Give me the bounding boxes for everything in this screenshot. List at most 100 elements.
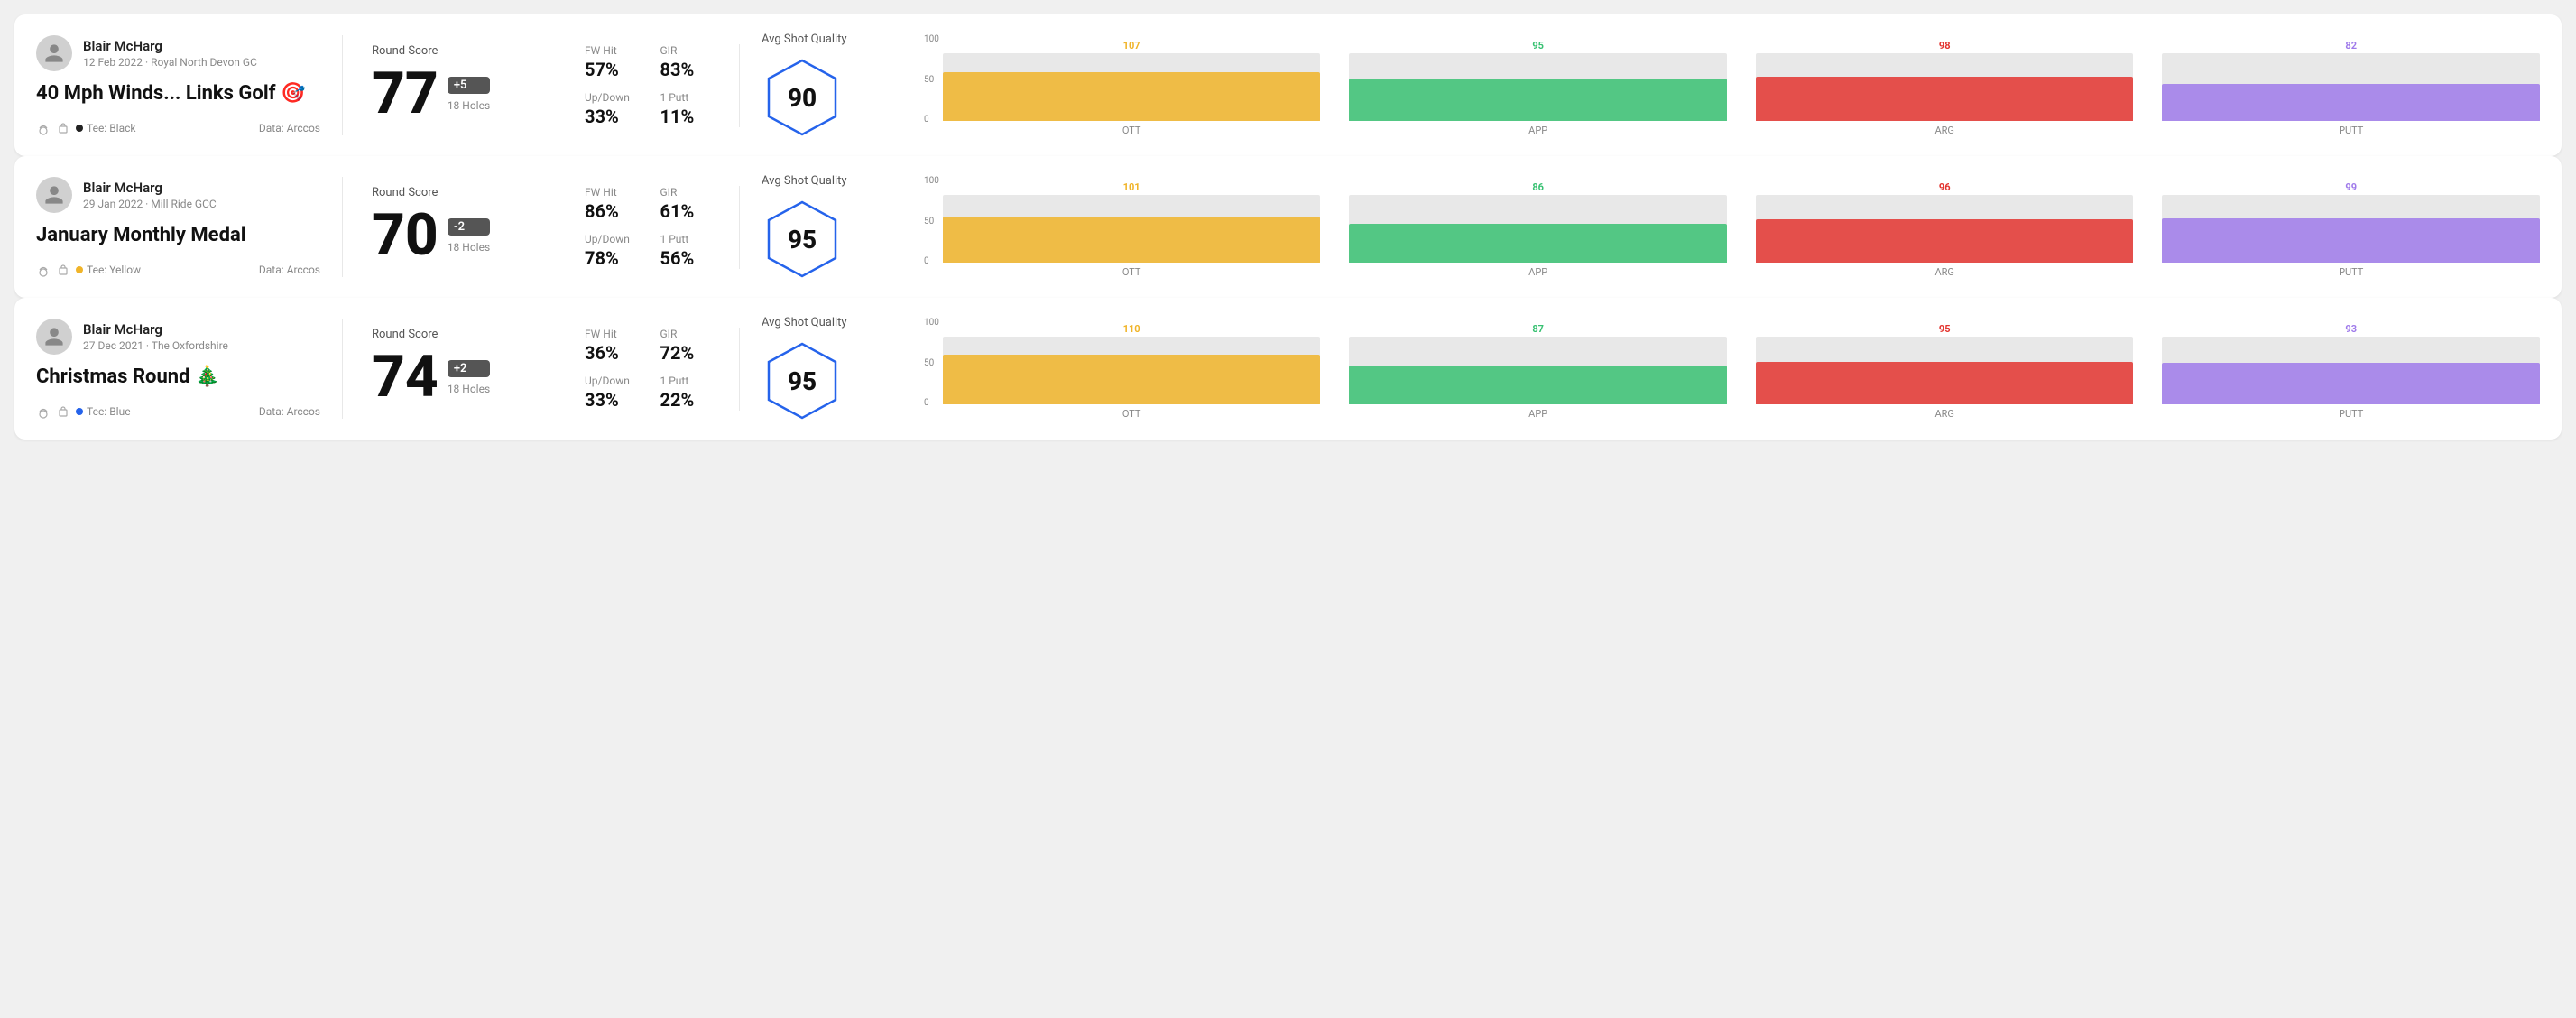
quality-score: 95 <box>788 225 817 255</box>
oneputt-stat: 1 Putt 56% <box>660 233 715 269</box>
player-meta: Blair McHarg 27 Dec 2021 · The Oxfordshi… <box>83 321 228 352</box>
round-card-1: Blair McHarg 12 Feb 2022 · Royal North D… <box>14 14 2562 156</box>
chart-bar: 95 <box>1756 323 2134 404</box>
quality-label: Avg Shot Quality <box>762 174 847 188</box>
middle-section: Round Score 77 +5 18 Holes <box>343 44 559 126</box>
score-number: 77 <box>372 65 439 123</box>
bag-icon <box>56 263 70 277</box>
oneputt-label: 1 Putt <box>660 375 715 387</box>
quality-section: Avg Shot Quality 95 <box>740 316 902 421</box>
stats-section: FW Hit 86% GIR 61% Up/Down 78% 1 Putt 56… <box>559 186 740 269</box>
round-score-label: Round Score <box>372 186 530 199</box>
stats-grid: FW Hit 57% GIR 83% Up/Down 33% 1 Putt 11… <box>585 44 714 127</box>
chart-bar: 87 <box>1349 323 1727 404</box>
middle-section: Round Score 74 +2 18 Holes <box>343 328 559 410</box>
round-card-2: Blair McHarg 29 Jan 2022 · Mill Ride GCC… <box>14 156 2562 298</box>
chart-x-label: PUTT <box>2162 266 2540 278</box>
chart-inner: 100 50 0 101 86 96 <box>924 176 2540 278</box>
fw-hit-label: FW Hit <box>585 186 639 199</box>
score-badge: +2 <box>448 360 490 377</box>
tee-label: Tee: Yellow <box>76 264 141 276</box>
stats-section: FW Hit 36% GIR 72% Up/Down 33% 1 Putt 22… <box>559 328 740 411</box>
updown-label: Up/Down <box>585 375 639 387</box>
score-number: 70 <box>372 207 439 264</box>
date-course: 12 Feb 2022 · Royal North Devon GC <box>83 56 257 69</box>
tee-info: Tee: Blue <box>36 404 131 419</box>
middle-section: Round Score 70 -2 18 Holes <box>343 186 559 268</box>
chart-bar: 95 <box>1349 40 1727 121</box>
round-title: Christmas Round 🎄 <box>36 366 320 389</box>
player-name: Blair McHarg <box>83 38 257 54</box>
player-info: Blair McHarg 27 Dec 2021 · The Oxfordshi… <box>36 319 320 355</box>
score-number: 74 <box>372 348 439 406</box>
chart-y-labels: 100 50 0 <box>924 34 943 125</box>
chart-bar: 82 <box>2162 40 2540 121</box>
player-meta: Blair McHarg 29 Jan 2022 · Mill Ride GCC <box>83 180 217 210</box>
weather-icon <box>36 121 51 135</box>
quality-score: 90 <box>788 83 817 113</box>
left-section: Blair McHarg 12 Feb 2022 · Royal North D… <box>36 35 343 134</box>
chart-inner: 100 50 0 107 95 98 <box>924 34 2540 136</box>
chart-bars: 110 87 95 93 <box>943 318 2540 408</box>
fw-hit-stat: FW Hit 86% <box>585 186 639 222</box>
oneputt-stat: 1 Putt 22% <box>660 375 715 411</box>
quality-label: Avg Shot Quality <box>762 316 847 329</box>
chart-bars-container: 107 95 98 82 <box>943 34 2540 136</box>
quality-section: Avg Shot Quality 95 <box>740 174 902 280</box>
score-detail-col: -2 18 Holes <box>448 218 490 254</box>
chart-x-labels: OTT APP ARG PUTT <box>943 266 2540 278</box>
chart-bar: 86 <box>1349 181 1727 263</box>
chart-bar: 96 <box>1756 181 2134 263</box>
tee-info: Tee: Yellow <box>36 263 141 277</box>
gir-stat: GIR 72% <box>660 328 715 364</box>
left-section: Blair McHarg 27 Dec 2021 · The Oxfordshi… <box>36 319 343 418</box>
chart-bars: 107 95 98 82 <box>943 34 2540 125</box>
updown-value: 33% <box>585 389 639 411</box>
gir-value: 72% <box>660 342 715 364</box>
round-title: January Monthly Medal <box>36 224 320 247</box>
footer-info: Tee: Yellow Data: Arccos <box>36 263 320 277</box>
chart-x-label: ARG <box>1756 125 2134 136</box>
chart-x-label: APP <box>1349 125 1727 136</box>
score-row: 74 +2 18 Holes <box>372 348 530 406</box>
data-source: Data: Arccos <box>259 264 320 276</box>
player-info: Blair McHarg 29 Jan 2022 · Mill Ride GCC <box>36 177 320 213</box>
fw-hit-value: 86% <box>585 200 639 222</box>
gir-value: 61% <box>660 200 715 222</box>
round-score-label: Round Score <box>372 328 530 341</box>
chart-x-label: OTT <box>943 266 1321 278</box>
chart-x-label: ARG <box>1756 266 2134 278</box>
oneputt-value: 11% <box>660 106 715 127</box>
oneputt-label: 1 Putt <box>660 233 715 245</box>
hexagon: 95 <box>762 340 843 421</box>
score-detail-col: +5 18 Holes <box>448 77 490 112</box>
fw-hit-label: FW Hit <box>585 328 639 340</box>
quality-score: 95 <box>788 366 817 396</box>
stats-grid: FW Hit 36% GIR 72% Up/Down 33% 1 Putt 22… <box>585 328 714 411</box>
updown-label: Up/Down <box>585 91 639 104</box>
left-section: Blair McHarg 29 Jan 2022 · Mill Ride GCC… <box>36 177 343 276</box>
chart-inner: 100 50 0 110 87 95 <box>924 318 2540 420</box>
data-source: Data: Arccos <box>259 405 320 418</box>
chart-bar: 110 <box>943 323 1321 404</box>
footer-info: Tee: Blue Data: Arccos <box>36 404 320 419</box>
updown-stat: Up/Down 33% <box>585 91 639 127</box>
player-name: Blair McHarg <box>83 180 217 196</box>
chart-bar: 93 <box>2162 323 2540 404</box>
oneputt-stat: 1 Putt 11% <box>660 91 715 127</box>
chart-bar: 101 <box>943 181 1321 263</box>
chart-x-label: PUTT <box>2162 408 2540 420</box>
player-name: Blair McHarg <box>83 321 228 338</box>
footer-info: Tee: Black Data: Arccos <box>36 121 320 135</box>
chart-x-label: APP <box>1349 266 1727 278</box>
round-score-label: Round Score <box>372 44 530 58</box>
chart-x-label: ARG <box>1756 408 2134 420</box>
gir-stat: GIR 83% <box>660 44 715 80</box>
quality-label: Avg Shot Quality <box>762 32 847 46</box>
gir-label: GIR <box>660 186 715 199</box>
chart-x-labels: OTTAPPARGPUTT <box>943 125 2540 136</box>
gir-stat: GIR 61% <box>660 186 715 222</box>
score-holes: 18 Holes <box>448 383 490 395</box>
updown-value: 33% <box>585 106 639 127</box>
updown-value: 78% <box>585 247 639 269</box>
